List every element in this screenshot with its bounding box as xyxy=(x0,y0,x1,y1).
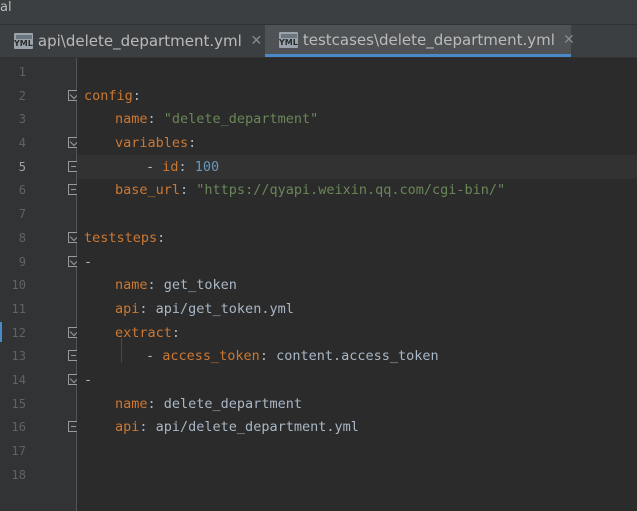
yml-file-icon: YML xyxy=(14,33,33,49)
yaml-dash: - xyxy=(146,348,163,364)
line-number: 3 xyxy=(18,112,26,126)
yaml-value: delete_department xyxy=(163,396,302,412)
yaml-dash: - xyxy=(84,372,93,388)
tab-label: api\delete_department.yml xyxy=(37,32,242,50)
yaml-value: api/get_token.yml xyxy=(155,301,294,317)
code-line-5: - id: 100 xyxy=(146,155,219,179)
yaml-string: "delete_department" xyxy=(163,111,319,127)
line-number: 16 xyxy=(11,420,26,434)
line-number: 11 xyxy=(11,302,26,316)
yaml-key: base_url xyxy=(115,182,181,198)
code-line-9: - xyxy=(84,250,92,274)
yaml-colon: : xyxy=(171,325,181,341)
line-number: 12 xyxy=(11,326,26,340)
yaml-colon: : xyxy=(139,301,156,317)
yaml-key: extract xyxy=(115,325,172,341)
yaml-colon: : xyxy=(157,230,166,246)
yaml-key: access_token xyxy=(162,348,260,364)
tab-api-delete-department[interactable]: YML api\delete_department.yml ✕ xyxy=(0,25,263,57)
yaml-colon: : xyxy=(178,159,195,175)
line-number: 1 xyxy=(18,65,26,79)
yaml-key: config xyxy=(84,88,133,104)
code-line-3: name: "delete_department" xyxy=(115,107,318,131)
yaml-key: teststeps xyxy=(84,230,158,246)
close-icon[interactable]: ✕ xyxy=(563,32,575,48)
window-edge-marker xyxy=(0,322,2,342)
yaml-string: "https://qyapi.weixin.qq.com/cgi-bin/" xyxy=(196,182,506,198)
code-line-6: base_url: "https://qyapi.weixin.qq.com/c… xyxy=(115,178,505,202)
code-line-2: config: xyxy=(84,84,141,108)
line-number: 9 xyxy=(18,255,26,269)
tab-testcases-delete-department[interactable]: YML testcases\delete_department.yml ✕ xyxy=(265,25,575,57)
code-line-16: api: api/delete_department.yml xyxy=(115,415,359,439)
code-line-15: name: delete_department xyxy=(115,392,302,416)
title-bar: al xyxy=(0,0,637,25)
yaml-colon: : xyxy=(188,135,197,151)
line-number: 4 xyxy=(18,136,26,150)
window-title-fragment: al xyxy=(0,0,12,15)
yaml-key: id xyxy=(162,159,179,175)
line-number: 18 xyxy=(11,468,26,482)
yaml-colon: : xyxy=(147,396,164,412)
line-number: 2 xyxy=(18,89,26,103)
yaml-colon: : xyxy=(139,419,156,435)
code-line-4: variables: xyxy=(115,131,196,155)
line-number: 14 xyxy=(11,373,26,387)
line-number: 6 xyxy=(18,183,26,197)
line-number: 15 xyxy=(11,397,26,411)
code-editor[interactable]: config: name: "delete_department" variab… xyxy=(77,58,637,511)
yaml-key: name xyxy=(115,111,148,127)
yaml-value: get_token xyxy=(163,277,237,293)
yaml-value: content.access_token xyxy=(276,348,439,364)
yaml-dash: - xyxy=(146,159,163,175)
yaml-colon: : xyxy=(259,348,277,364)
yaml-key: name xyxy=(115,396,148,412)
line-number-current: 5 xyxy=(18,160,26,174)
yaml-number: 100 xyxy=(194,159,220,175)
line-number-gutter[interactable]: 1 2 3 4 5 6 7 8 9 10 11 12 13 14 15 16 1… xyxy=(0,58,79,511)
code-line-12: extract: xyxy=(115,321,180,345)
line-number: 17 xyxy=(11,444,26,458)
yaml-key: api xyxy=(115,419,140,435)
yaml-value: api/delete_department.yml xyxy=(155,419,359,435)
yaml-colon: : xyxy=(132,88,141,104)
yaml-dash: - xyxy=(84,254,93,270)
yml-file-icon: YML xyxy=(279,31,298,48)
line-number: 10 xyxy=(11,278,26,292)
yaml-key: variables xyxy=(115,135,189,151)
yaml-colon: : xyxy=(147,277,164,293)
line-number: 7 xyxy=(18,207,26,221)
yaml-colon: : xyxy=(180,182,197,198)
tab-label: testcases\delete_department.yml xyxy=(302,30,555,49)
code-line-8: teststeps: xyxy=(84,226,165,250)
code-line-10: name: get_token xyxy=(115,273,237,297)
close-icon[interactable]: ✕ xyxy=(250,33,263,49)
code-line-11: api: api/get_token.yml xyxy=(115,297,294,321)
yaml-key: name xyxy=(115,277,148,293)
line-number: 13 xyxy=(11,349,26,363)
line-number: 8 xyxy=(18,231,26,245)
yaml-colon: : xyxy=(147,111,164,127)
editor-tab-bar: YML api\delete_department.yml ✕ YML test… xyxy=(0,25,637,58)
code-line-13: - access_token: content.access_token xyxy=(146,344,439,368)
yaml-key: api xyxy=(115,301,140,317)
code-line-14: - xyxy=(84,368,92,392)
